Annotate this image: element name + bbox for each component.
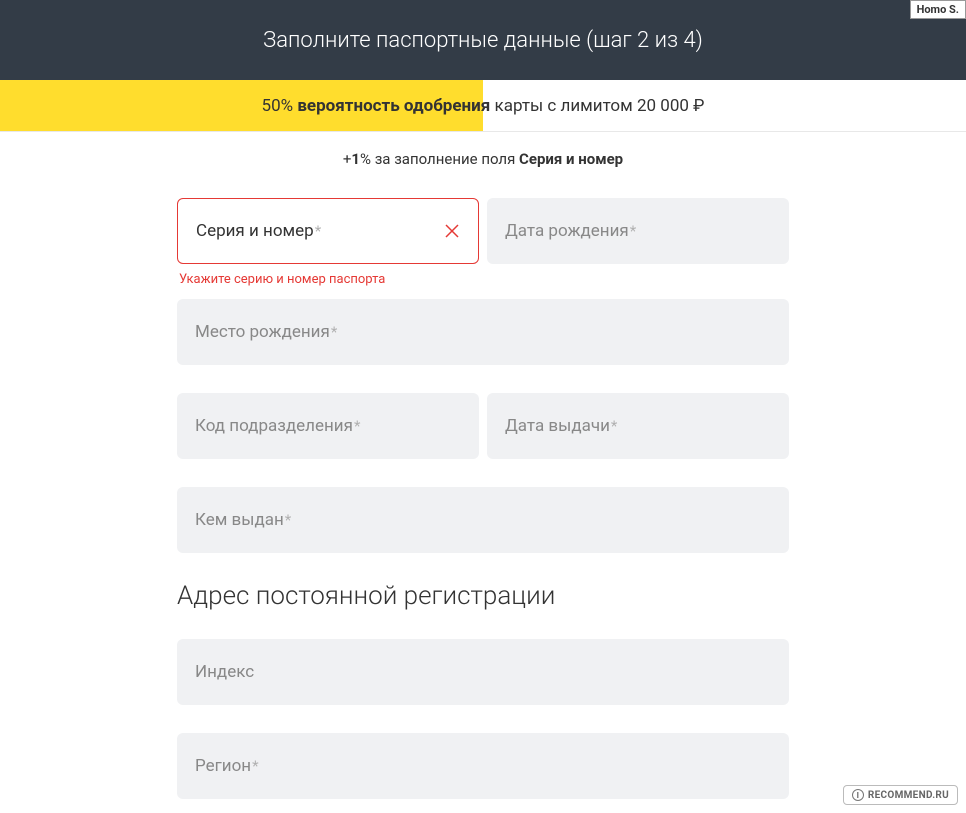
field-issued-by: Кем выдан*	[177, 487, 789, 553]
watermark-initial: I	[852, 789, 864, 801]
field-dept-code: Код подразделения*	[177, 393, 479, 459]
address-section-title: Адрес постоянной регистрации	[177, 581, 789, 611]
form-row-index: Индекс	[177, 639, 789, 705]
bonus-amount: 1	[351, 150, 360, 168]
region-label: Регион*	[195, 756, 259, 776]
approval-banner: 50% вероятность одобрения карты с лимито…	[0, 80, 966, 132]
birth-date-input[interactable]: Дата рождения*	[487, 198, 789, 264]
page-title: Заполните паспортные данные (шаг 2 из 4)	[263, 28, 703, 53]
approval-bold-text: вероятность одобрения	[297, 96, 490, 116]
birth-date-label: Дата рождения*	[505, 221, 636, 241]
region-input[interactable]: Регион*	[177, 733, 789, 799]
form-container: Серия и номер* Укажите серию и номер пас…	[177, 186, 789, 799]
watermark-text: RECOMMEND.RU	[868, 790, 949, 801]
birth-place-label: Место рождения*	[195, 322, 337, 342]
approval-suffix: карты с лимитом 20 000 ₽	[495, 96, 705, 116]
clear-icon[interactable]	[444, 223, 460, 239]
series-number-error: Укажите серию и номер паспорта	[177, 272, 479, 287]
dept-code-label: Код подразделения*	[195, 416, 360, 436]
bonus-percent-text: % за заполнение поля	[360, 150, 519, 168]
index-label: Индекс	[195, 662, 254, 682]
field-series-number: Серия и номер* Укажите серию и номер пас…	[177, 198, 479, 287]
issued-by-label: Кем выдан*	[195, 510, 291, 530]
series-number-label: Серия и номер*	[196, 221, 321, 241]
form-row-dept: Код подразделения* Дата выдачи*	[177, 393, 789, 459]
bonus-field-name: Серия и номер	[519, 150, 623, 168]
dept-code-input[interactable]: Код подразделения*	[177, 393, 479, 459]
birth-place-input[interactable]: Место рождения*	[177, 299, 789, 365]
form-row-passport: Серия и номер* Укажите серию и номер пас…	[177, 198, 789, 287]
form-row-birthplace: Место рождения*	[177, 299, 789, 365]
index-input[interactable]: Индекс	[177, 639, 789, 705]
field-birth-date: Дата рождения*	[487, 198, 789, 287]
field-birth-place: Место рождения*	[177, 299, 789, 365]
issue-date-label: Дата выдачи*	[505, 416, 617, 436]
user-badge: Homo S.	[910, 0, 966, 19]
form-row-region: Регион*	[177, 733, 789, 799]
page-header: Заполните паспортные данные (шаг 2 из 4)	[0, 0, 966, 80]
bonus-line: +1% за заполнение поля Серия и номер	[0, 132, 966, 186]
field-index: Индекс	[177, 639, 789, 705]
field-issue-date: Дата выдачи*	[487, 393, 789, 459]
form-row-issued-by: Кем выдан*	[177, 487, 789, 553]
approval-percent: 50%	[262, 96, 294, 116]
issue-date-input[interactable]: Дата выдачи*	[487, 393, 789, 459]
field-region: Регион*	[177, 733, 789, 799]
watermark-badge: I RECOMMEND.RU	[843, 785, 958, 805]
series-number-input[interactable]: Серия и номер*	[177, 198, 479, 264]
issued-by-input[interactable]: Кем выдан*	[177, 487, 789, 553]
approval-banner-content: 50% вероятность одобрения карты с лимито…	[262, 96, 705, 116]
